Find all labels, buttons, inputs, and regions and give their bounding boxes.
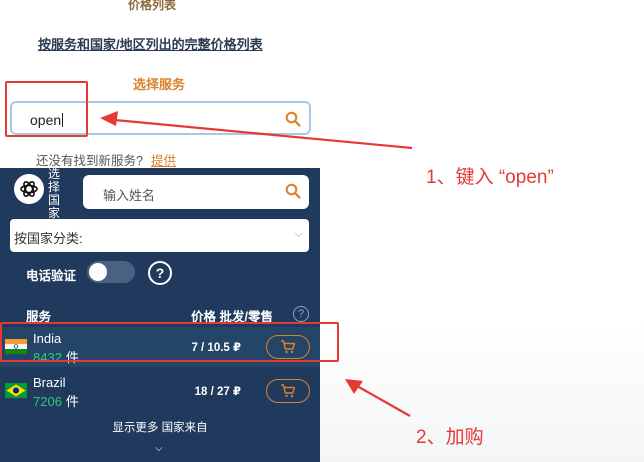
annotation-arrows [100,111,413,417]
annotation-step2: 2、加购 [416,427,484,448]
annotation-step1: 1、键入 “open” [426,167,554,188]
